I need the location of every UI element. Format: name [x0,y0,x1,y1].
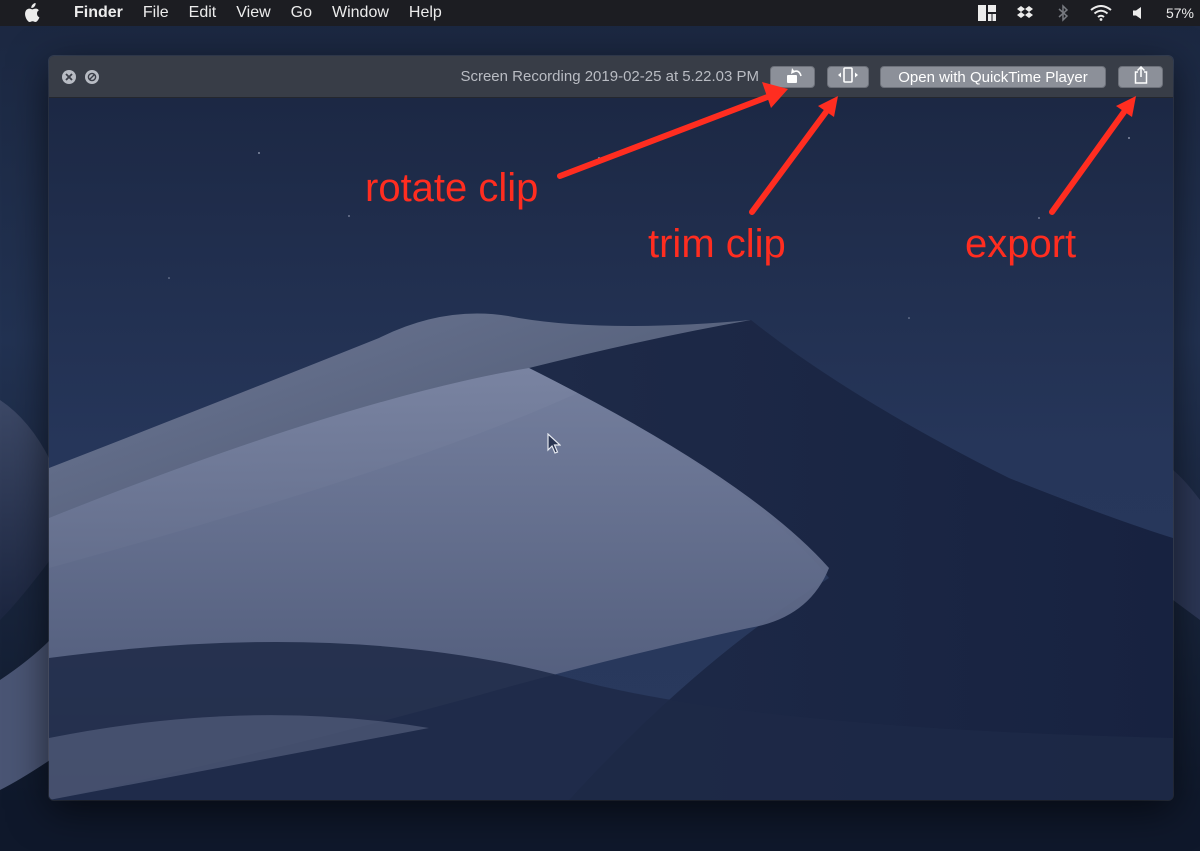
open-with-quicktime-button[interactable]: Open with QuickTime Player [880,66,1106,88]
rotate-icon [782,66,804,88]
battery-percentage[interactable]: 57% [1166,5,1194,21]
menu-view[interactable]: View [226,0,280,26]
menu-help[interactable]: Help [399,0,452,26]
menu-app-finder[interactable]: Finder [64,0,133,26]
annotation-export: export [965,222,1076,267]
rotate-button[interactable] [770,66,815,88]
close-icon[interactable] [62,70,76,84]
menu-edit[interactable]: Edit [179,0,227,26]
bluetooth-icon[interactable] [1052,0,1074,26]
share-button[interactable] [1118,66,1163,88]
menu-file[interactable]: File [133,0,179,26]
menu-window[interactable]: Window [322,0,399,26]
menu-go[interactable]: Go [281,0,322,26]
quick-look-window: Screen Recording 2019-02-25 at 5.22.03 P… [49,56,1173,800]
menu-bar: Finder File Edit View Go Window Help 57% [0,0,1200,26]
trim-button[interactable] [827,66,869,88]
status-area: 57% [968,0,1200,26]
apple-logo-icon[interactable] [22,0,46,26]
trim-icon [837,67,859,87]
tiling-icon[interactable] [976,0,998,26]
window-title: Screen Recording 2019-02-25 at 5.22.03 P… [429,56,759,98]
share-icon [1133,66,1149,88]
dropbox-icon[interactable] [1014,0,1036,26]
annotation-rotate-clip: rotate clip [365,166,538,211]
window-titlebar: Screen Recording 2019-02-25 at 5.22.03 P… [49,56,1173,98]
mouse-cursor-icon [547,433,561,460]
wifi-icon[interactable] [1090,0,1112,26]
annotation-trim-clip: trim clip [648,222,786,267]
volume-icon[interactable] [1128,0,1150,26]
video-preview[interactable] [49,98,1173,800]
fullscreen-icon[interactable] [85,70,99,84]
